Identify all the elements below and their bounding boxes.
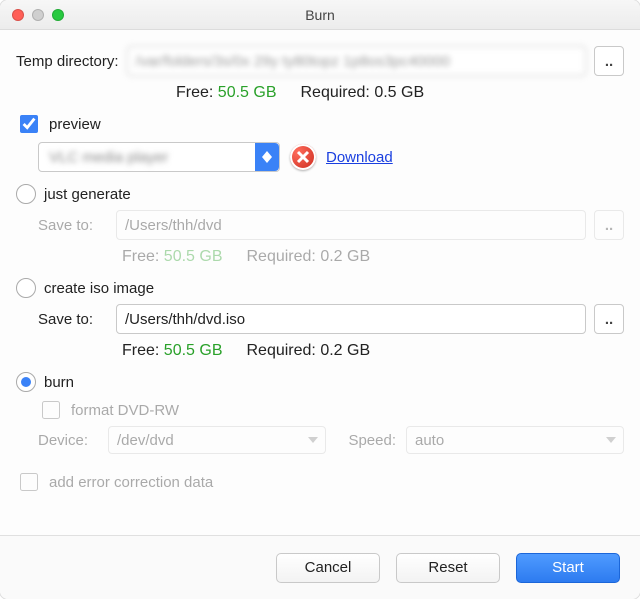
temp-directory-browse-button[interactable]: .. <box>594 46 624 76</box>
preview-player-value: VLC media player <box>49 149 168 166</box>
preview-label: preview <box>49 116 101 133</box>
required-value: 0.5 GB <box>374 84 424 101</box>
free-value: 50.5 GB <box>218 84 277 101</box>
jg-free-label: Free: <box>122 248 159 265</box>
jg-browse-button[interactable]: .. <box>594 210 624 240</box>
iso-free-value: 50.5 GB <box>164 342 223 359</box>
cancel-button[interactable]: Cancel <box>276 553 380 583</box>
temp-directory-value: /var/folders/3s/0x 29y ty80topz 1p8os3pc… <box>136 53 450 70</box>
iso-stats: Free: 50.5 GB Required: 0.2 GB <box>16 342 624 360</box>
burn-label: burn <box>44 374 74 391</box>
jg-stats: Free: 50.5 GB Required: 0.2 GB <box>16 248 624 266</box>
footer: Cancel Reset Start <box>0 535 640 599</box>
iso-browse-button[interactable]: .. <box>594 304 624 334</box>
just-generate-label: just generate <box>44 186 131 203</box>
chevron-down-icon <box>305 432 321 448</box>
error-correction-checkbox[interactable] <box>20 473 38 491</box>
iso-save-value: /Users/thh/dvd.iso <box>125 311 245 328</box>
iso-free-label: Free: <box>122 342 159 359</box>
preview-player-select[interactable]: VLC media player <box>38 142 280 172</box>
device-label: Device: <box>38 432 98 449</box>
iso-save-label: Save to: <box>38 311 108 328</box>
burn-section: format DVD-RW Device: /dev/dvd Speed: au… <box>16 398 624 454</box>
temp-directory-label: Temp directory: <box>16 53 119 70</box>
free-label: Free: <box>176 84 213 101</box>
speed-combo[interactable]: auto <box>406 426 624 454</box>
temp-directory-stats: Free: 50.5 GB Required: 0.5 GB <box>16 84 624 102</box>
just-generate-radio[interactable] <box>16 184 36 204</box>
just-generate-radio-row: just generate <box>16 184 624 204</box>
jg-save-value: /Users/thh/dvd <box>125 217 222 234</box>
device-value: /dev/dvd <box>117 432 174 449</box>
reset-button[interactable]: Reset <box>396 553 500 583</box>
just-generate-section: Save to: /Users/thh/dvd .. Free: 50.5 GB… <box>16 210 624 266</box>
content: Temp directory: /var/folders/3s/0x 29y t… <box>0 30 640 535</box>
device-combo[interactable]: /dev/dvd <box>108 426 326 454</box>
error-correction-label: add error correction data <box>49 474 213 491</box>
jg-required-value: 0.2 GB <box>320 248 370 265</box>
chevron-down-icon <box>603 432 619 448</box>
create-iso-label: create iso image <box>44 280 154 297</box>
jg-required-label: Required: <box>247 248 316 265</box>
iso-required-label: Required: <box>247 342 316 359</box>
iso-required-value: 0.2 GB <box>320 342 370 359</box>
speed-value: auto <box>415 432 444 449</box>
burn-radio[interactable] <box>16 372 36 392</box>
start-button[interactable]: Start <box>516 553 620 583</box>
speed-label: Speed: <box>336 432 396 449</box>
error-icon <box>290 144 316 170</box>
create-iso-radio[interactable] <box>16 278 36 298</box>
format-dvd-rw-label: format DVD-RW <box>71 402 179 419</box>
burn-radio-row: burn <box>16 372 624 392</box>
iso-save-input[interactable]: /Users/thh/dvd.iso <box>116 304 586 334</box>
preview-player-row: VLC media player Download <box>16 142 624 172</box>
temp-directory-row: Temp directory: /var/folders/3s/0x 29y t… <box>16 46 624 76</box>
temp-directory-input[interactable]: /var/folders/3s/0x 29y ty80topz 1p8os3pc… <box>127 46 586 76</box>
create-iso-section: Save to: /Users/thh/dvd.iso .. Free: 50.… <box>16 304 624 360</box>
titlebar[interactable]: Burn <box>0 0 640 30</box>
select-arrows-icon <box>255 143 279 171</box>
create-iso-radio-row: create iso image <box>16 278 624 298</box>
format-dvd-rw-checkbox[interactable] <box>42 401 60 419</box>
jg-save-input[interactable]: /Users/thh/dvd <box>116 210 586 240</box>
preview-checkbox-row: preview <box>16 112 624 136</box>
burn-dialog: Burn Temp directory: /var/folders/3s/0x … <box>0 0 640 599</box>
window-title: Burn <box>0 7 640 23</box>
preview-checkbox[interactable] <box>20 115 38 133</box>
jg-free-value: 50.5 GB <box>164 248 223 265</box>
jg-save-label: Save to: <box>38 217 108 234</box>
error-correction-row: add error correction data <box>16 470 624 494</box>
required-label: Required: <box>301 84 370 101</box>
download-link[interactable]: Download <box>326 149 393 166</box>
